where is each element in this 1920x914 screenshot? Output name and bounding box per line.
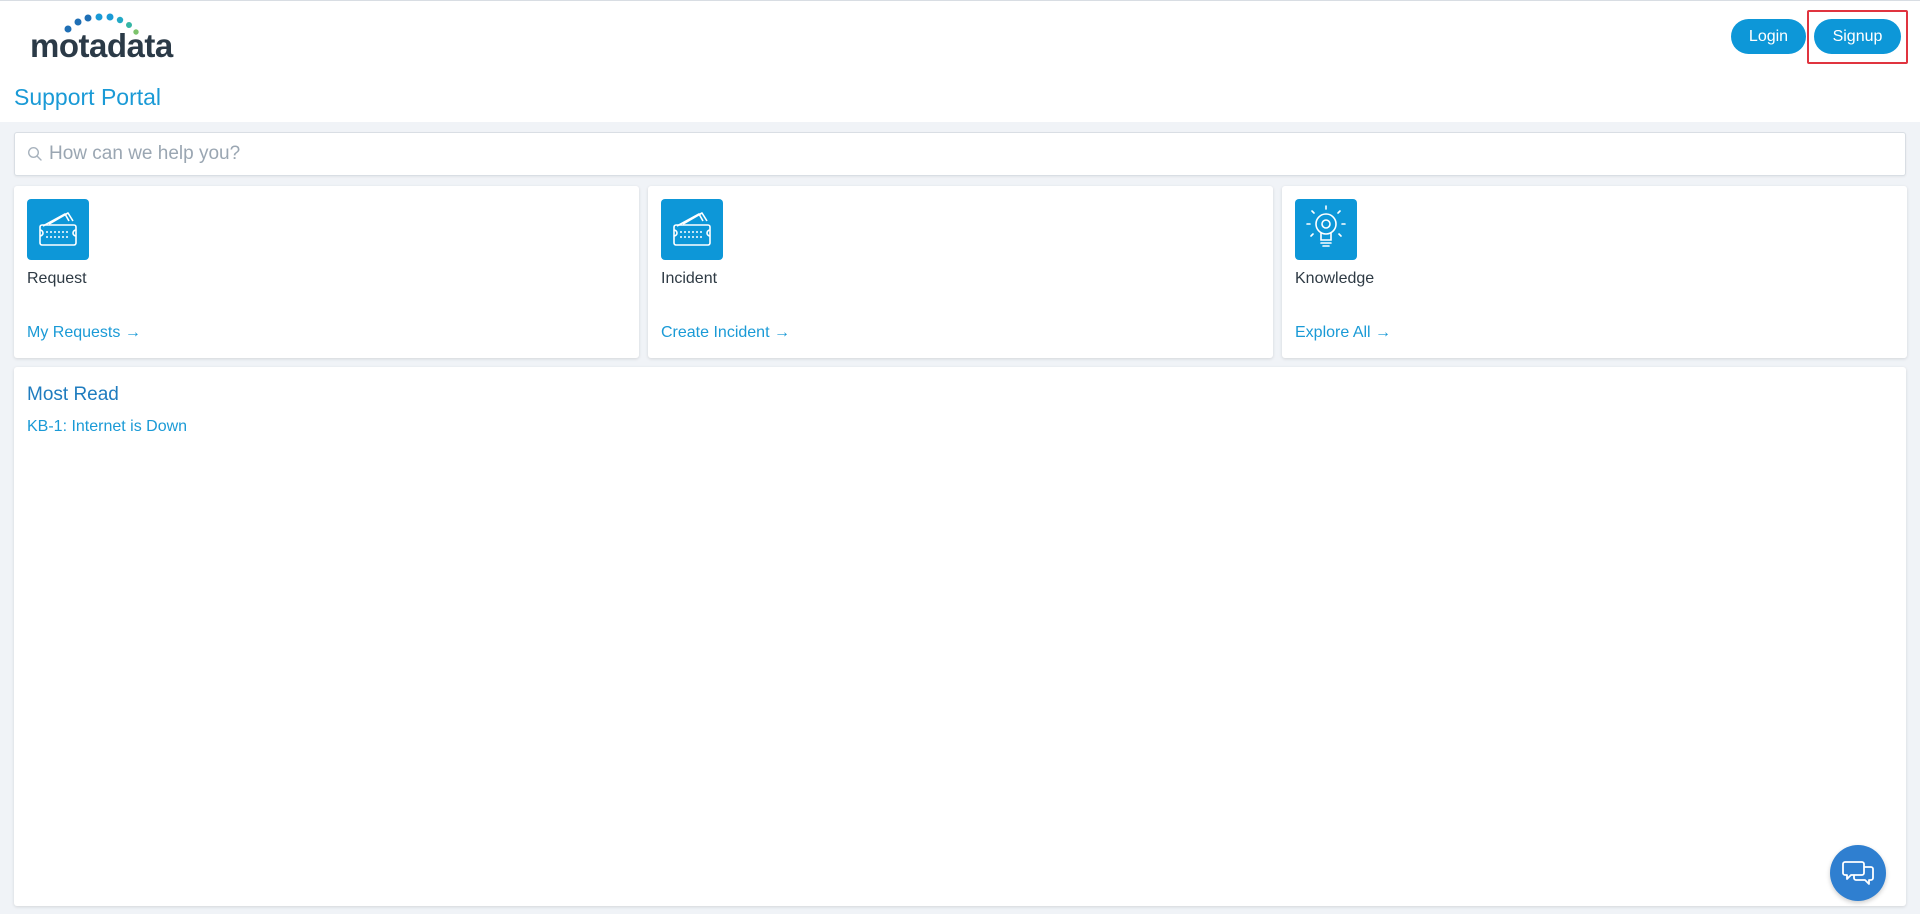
motadata-logo[interactable]: motadata xyxy=(30,11,180,64)
login-button[interactable]: Login xyxy=(1731,19,1806,54)
chat-button[interactable] xyxy=(1830,845,1886,901)
page-title: Support Portal xyxy=(14,84,162,110)
request-card[interactable]: Request My Requests → xyxy=(14,186,639,358)
explore-all-link[interactable]: Explore All → xyxy=(1295,324,1391,342)
lightbulb-icon xyxy=(1295,199,1357,260)
knowledge-card[interactable]: Knowledge Explore All → xyxy=(1282,186,1907,358)
card-title: Request xyxy=(27,270,87,287)
incident-card[interactable]: Incident Create Incident → xyxy=(648,186,1273,358)
my-requests-link[interactable]: My Requests → xyxy=(27,324,141,342)
logo-text: motadata xyxy=(30,27,173,64)
most-read-panel: Most Read KB-1: Internet is Down xyxy=(14,367,1906,906)
card-title: Knowledge xyxy=(1295,270,1375,287)
kb-article-link[interactable]: KB-1: Internet is Down xyxy=(27,418,187,436)
search-input[interactable] xyxy=(49,133,1889,175)
title-band xyxy=(0,68,1920,122)
search-bar xyxy=(14,132,1906,176)
top-header: motadata Login Signup xyxy=(0,0,1920,68)
search-icon xyxy=(27,146,42,161)
signup-button[interactable]: Signup xyxy=(1814,19,1901,54)
chat-icon xyxy=(1842,861,1874,885)
ticket-icon xyxy=(27,199,89,260)
create-incident-link[interactable]: Create Incident → xyxy=(661,324,790,342)
most-read-title: Most Read xyxy=(27,384,119,405)
card-title: Incident xyxy=(661,270,718,287)
ticket-icon xyxy=(661,199,723,260)
